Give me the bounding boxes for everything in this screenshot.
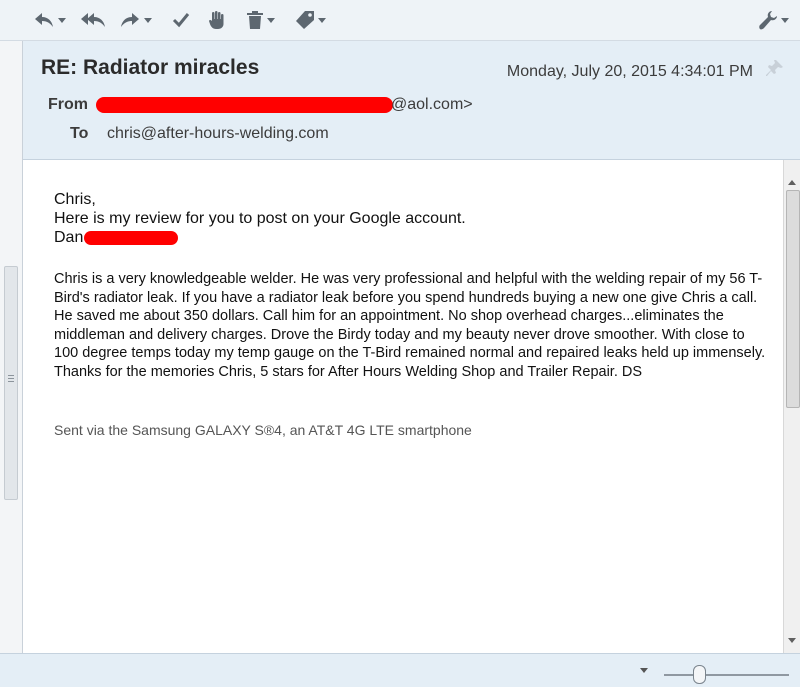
forward-button[interactable] <box>119 6 152 34</box>
pushpin-icon <box>766 60 783 76</box>
review-text: Chris is a very knowledgeable welder. He… <box>54 271 766 380</box>
delete-button[interactable] <box>246 6 275 34</box>
message-body: Chris, Here is my review for you to post… <box>23 160 783 653</box>
reply-all-icon <box>81 13 105 27</box>
scroll-up-icon[interactable] <box>788 180 796 185</box>
redaction-mark <box>84 231 178 245</box>
vertical-scrollbar[interactable] <box>783 160 800 653</box>
zoom-menu-icon[interactable] <box>640 668 648 673</box>
zoom-slider-thumb[interactable] <box>693 665 706 684</box>
sent-via-line: Sent via the Samsung GALAXY S®4, an AT&T… <box>54 422 472 438</box>
chevron-down-icon <box>144 17 152 23</box>
wrench-icon <box>759 11 777 30</box>
trash-icon <box>247 11 263 29</box>
chevron-down-icon <box>58 17 66 23</box>
reply-icon <box>35 13 53 27</box>
tag-button[interactable] <box>295 6 326 34</box>
tag-icon <box>296 11 314 29</box>
hand-icon <box>209 11 224 29</box>
left-pane-edge <box>0 41 23 653</box>
zoom-slider-track[interactable] <box>664 674 789 676</box>
to-address[interactable]: chris@after-hours-welding.com <box>107 125 329 143</box>
chevron-down-icon <box>267 17 275 23</box>
left-pane-scrollbar[interactable] <box>4 266 18 500</box>
message-header: RE: Radiator miracles Monday, July 20, 2… <box>23 41 800 160</box>
settings-button[interactable] <box>758 6 789 34</box>
message-toolbar <box>0 0 800 41</box>
chevron-down-icon <box>318 17 326 23</box>
scroll-down-icon[interactable] <box>788 638 796 643</box>
pin-button[interactable] <box>766 59 784 82</box>
intro-line: Here is my review for you to post on you… <box>54 210 466 227</box>
mark-done-button[interactable] <box>172 6 190 34</box>
redaction-mark <box>96 97 393 113</box>
checkmark-icon <box>172 13 190 28</box>
to-label: To <box>70 125 89 142</box>
block-button[interactable] <box>208 6 226 34</box>
greeting-line: Chris, <box>54 191 96 208</box>
message-date: Monday, July 20, 2015 4:34:01 PM <box>506 63 753 80</box>
reply-all-button[interactable] <box>80 6 106 34</box>
from-address[interactable]: @aol.com> <box>391 96 473 114</box>
chevron-down-icon <box>781 17 789 23</box>
from-label: From <box>48 96 88 113</box>
reply-button[interactable] <box>33 6 66 34</box>
message-subject: RE: Radiator miracles <box>41 56 260 79</box>
scrollbar-thumb[interactable] <box>786 190 800 408</box>
forward-icon <box>121 13 139 27</box>
status-bar <box>0 653 800 687</box>
